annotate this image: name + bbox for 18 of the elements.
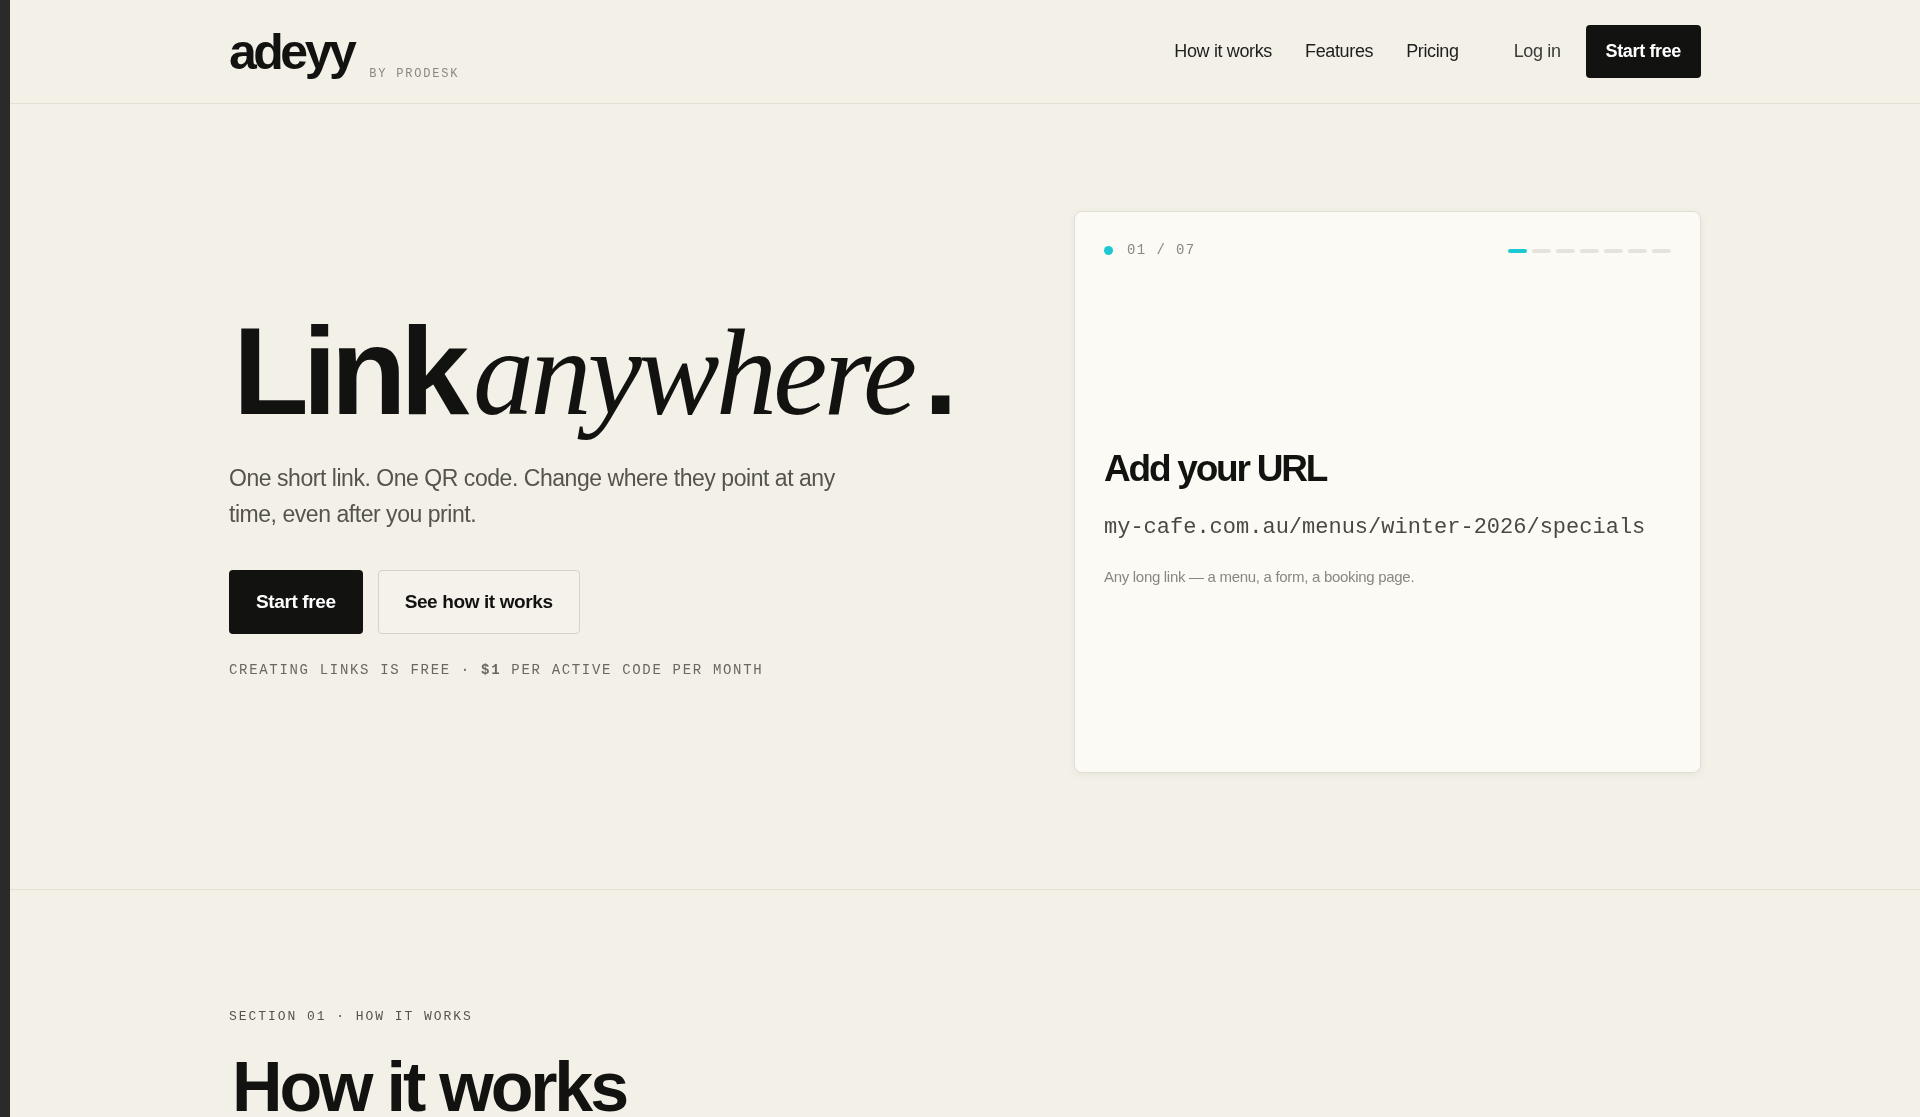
nav-link[interactable]: Features: [1305, 38, 1374, 65]
card-title: Add your URL: [1104, 447, 1328, 491]
see-how-it-works-button[interactable]: See how it works: [377, 570, 580, 635]
start-free-button[interactable]: Start free: [1585, 25, 1701, 78]
url-field[interactable]: my-cafe.com.au/menus/winter-2026/specials: [1104, 510, 1672, 544]
hero-subtitle: One short link. One QR code. Change where they point at any time, even after you print.: [229, 464, 836, 530]
section-title: How it works: [231, 1048, 628, 1117]
section-label: SECTION 01 · HOW IT WORKS: [229, 1008, 474, 1026]
nav-link[interactable]: Pricing: [1406, 38, 1459, 65]
pricing-caption: CREATING LINKS IS FREE · $1 PER ACTIVE CODE PER MONTH: [229, 661, 765, 681]
logo-byline: BY PRODESK: [369, 65, 460, 83]
login-link[interactable]: Log in: [1513, 38, 1561, 65]
start-free-button[interactable]: Start free: [229, 570, 363, 635]
step-counter: 01 / 07: [1127, 241, 1196, 260]
url-hint: Any long link — a menu, a form, a booking page.: [1104, 566, 1416, 587]
hero-headline: Linkanywhere.: [232, 303, 953, 441]
logo-wordmark[interactable]: adeyy: [229, 26, 354, 77]
nav-link[interactable]: How it works: [1174, 38, 1272, 65]
